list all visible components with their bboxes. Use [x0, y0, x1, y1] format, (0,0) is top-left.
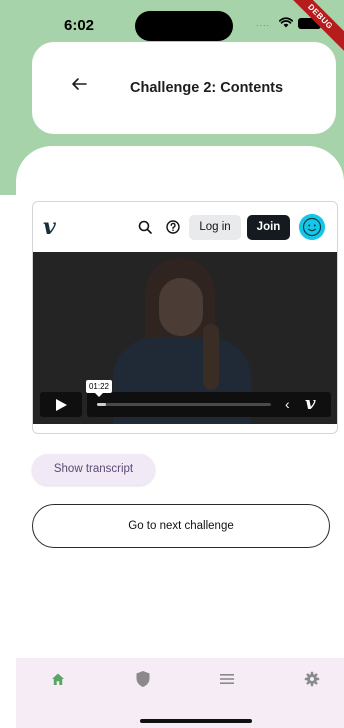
wifi-icon [279, 17, 293, 28]
progress-track[interactable] [97, 403, 271, 406]
help-icon[interactable] [166, 220, 180, 234]
bottom-navigation [16, 658, 344, 728]
home-icon [52, 673, 64, 685]
dynamic-island [135, 11, 233, 41]
vimeo-logo[interactable]: v [43, 214, 56, 240]
timestamp-tooltip: 01:22 [86, 380, 112, 397]
video-frame-braid [203, 324, 219, 390]
play-button[interactable] [40, 392, 82, 417]
vimeo-toolbar: v Log in Join [33, 202, 337, 252]
join-button[interactable]: Join [247, 215, 290, 240]
list-icon [220, 674, 234, 684]
search-icon[interactable] [138, 220, 152, 234]
video-frame-face [159, 278, 203, 336]
signal-icon: .... [256, 18, 271, 28]
gear-icon [304, 671, 320, 687]
progress-fill [97, 403, 106, 406]
nav-list[interactable] [207, 667, 247, 691]
status-bar: 6:02 .... [0, 0, 344, 41]
nav-settings[interactable] [292, 667, 332, 691]
vimeo-mini-logo[interactable]: v [305, 393, 315, 414]
player-controls: ‹ v [87, 392, 331, 417]
next-challenge-button[interactable]: Go to next challenge [32, 504, 330, 548]
chevron-left-icon[interactable]: ‹ [285, 396, 290, 413]
page-title: Challenge 2: Contents [130, 80, 284, 96]
back-arrow-icon[interactable] [70, 75, 88, 93]
status-time: 6:02 [64, 17, 95, 34]
show-transcript-button[interactable]: Show transcript [32, 454, 155, 485]
home-indicator [140, 719, 252, 723]
video-embed: v Log in Join ‹ v 01:22 [32, 201, 338, 434]
nav-security[interactable] [123, 667, 163, 691]
avatar-icon[interactable] [299, 214, 325, 240]
header-card: Challenge 2: Contents [32, 42, 336, 134]
shield-icon [136, 671, 150, 687]
video-player[interactable]: ‹ v 01:22 [33, 252, 337, 424]
nav-home[interactable] [38, 667, 78, 691]
login-button[interactable]: Log in [189, 215, 241, 240]
